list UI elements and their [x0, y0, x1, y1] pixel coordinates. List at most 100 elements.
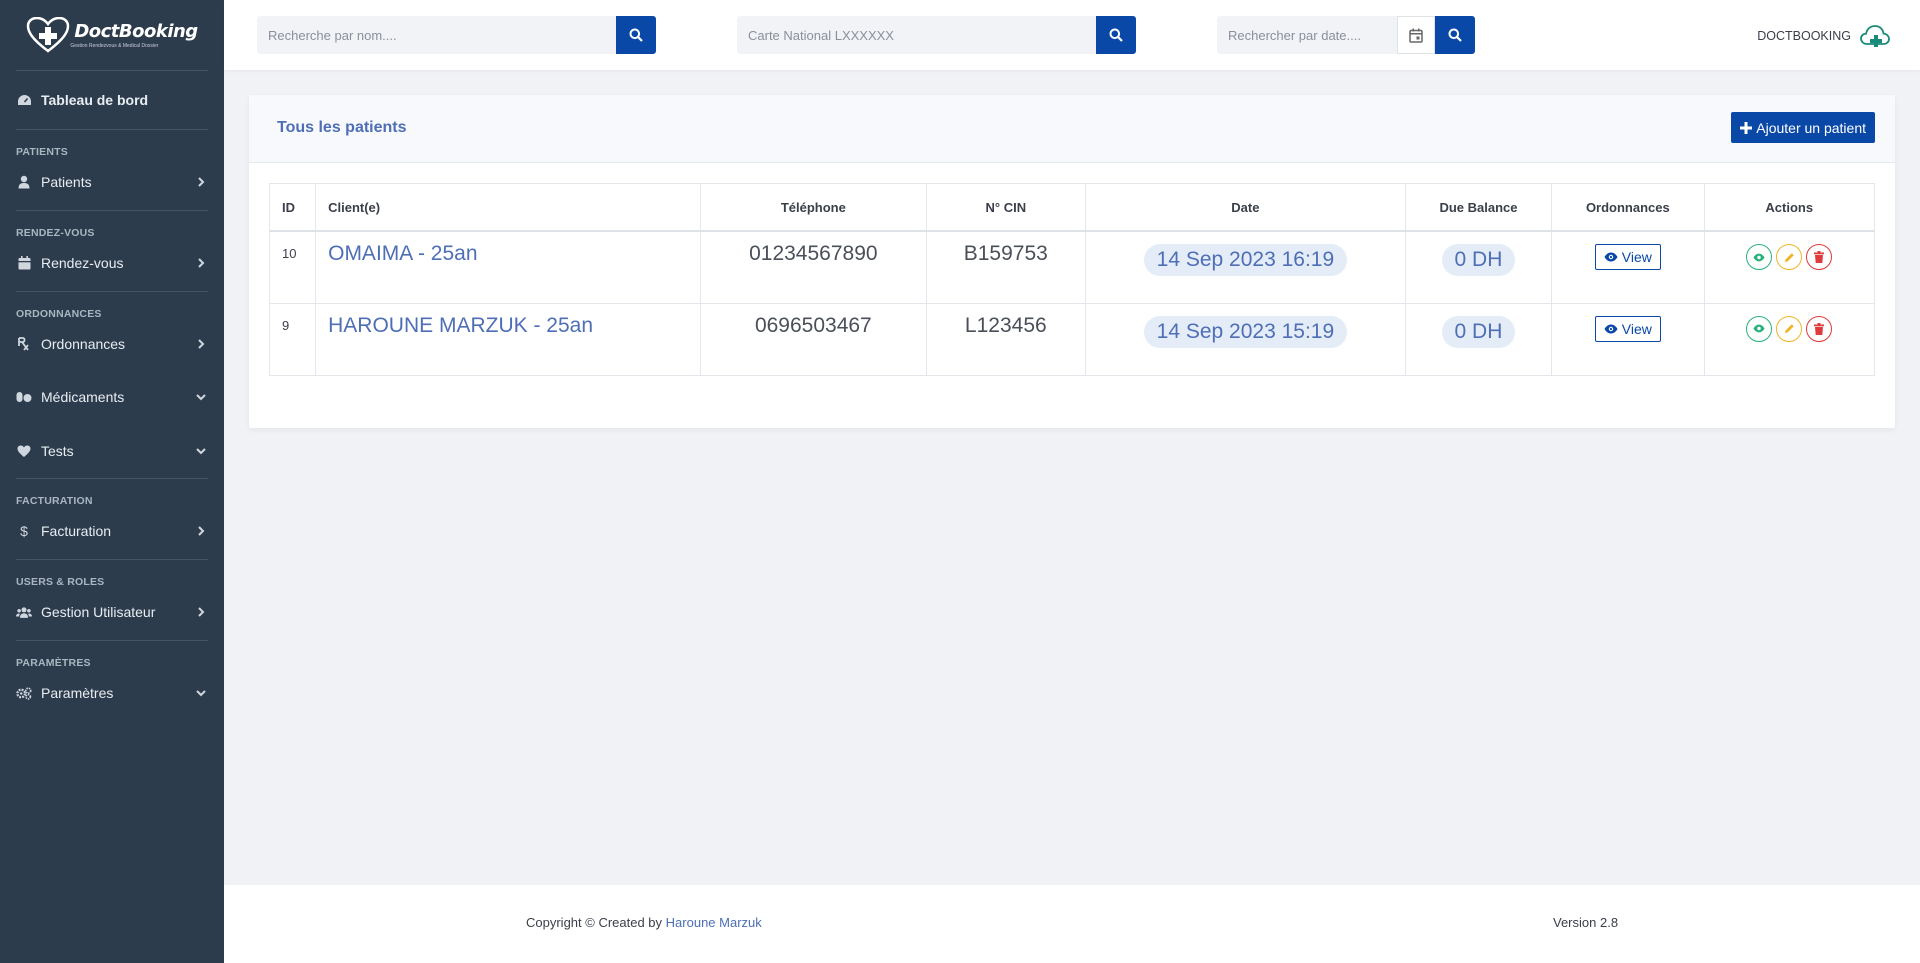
date-badge: 14 Sep 2023 15:19: [1143, 315, 1348, 348]
cell-actions: [1703, 302, 1876, 376]
search-date-input[interactable]: [1217, 16, 1397, 54]
user-icon: [16, 174, 32, 190]
cell-cin: L123456: [925, 302, 1087, 376]
eye-icon: [1753, 324, 1765, 333]
cell-ordonnances: View: [1551, 302, 1705, 376]
sidebar-item-rendezvous[interactable]: Rendez-vous: [0, 243, 224, 283]
user-name: DOCTBOOKING: [1757, 29, 1851, 43]
search-date-button[interactable]: [1435, 16, 1475, 54]
cell-date: 14 Sep 2023 15:19: [1085, 302, 1406, 376]
sidebar-item-label: Tests: [41, 443, 74, 459]
col-client[interactable]: Client(e): [315, 183, 702, 232]
chevron-right-icon: [198, 177, 205, 187]
pills-icon: [16, 389, 32, 405]
cell-balance: 0 DH: [1404, 230, 1553, 304]
col-actions: Actions: [1703, 183, 1876, 232]
view-label: View: [1621, 249, 1652, 265]
date-picker-button[interactable]: [1397, 16, 1435, 54]
section-heading-facturation: FACTURATION: [16, 495, 93, 507]
add-patient-button[interactable]: Ajouter un patient: [1731, 112, 1875, 143]
card-header: Tous les patients Ajouter un patient: [249, 95, 1895, 163]
view-label: View: [1621, 320, 1652, 337]
col-ordonnances[interactable]: Ordonnances: [1551, 183, 1705, 232]
search-cin-button[interactable]: [1096, 16, 1136, 54]
search-name-input[interactable]: [257, 16, 616, 54]
search-icon: [629, 28, 643, 42]
section-heading-parametres: PARAMÈTRES: [16, 657, 91, 669]
view-patient-button[interactable]: [1746, 315, 1773, 342]
pencil-icon: [1784, 252, 1794, 262]
sidebar-item-facturation[interactable]: $ Facturation: [0, 511, 224, 551]
calendar-icon: [1409, 28, 1423, 43]
version-text: Version 2.8: [1553, 915, 1619, 930]
trash-icon: [1814, 251, 1825, 263]
search-by-cin: [737, 16, 1136, 54]
section-heading-patients: PATIENTS: [16, 146, 68, 158]
sidebar-item-gestion-utilisateur[interactable]: Gestion Utilisateur: [0, 592, 224, 632]
sidebar-item-medicaments[interactable]: Médicaments: [0, 370, 224, 424]
users-icon: [16, 604, 32, 620]
chevron-down-icon: [196, 394, 206, 401]
eye-icon: [1753, 253, 1765, 261]
sidebar-item-label: Médicaments: [41, 389, 125, 405]
col-due-balance[interactable]: Due Balance: [1404, 183, 1553, 232]
logo-text: DoctBooking: [74, 21, 198, 42]
prescription-icon: [16, 336, 32, 352]
delete-patient-button[interactable]: [1806, 244, 1833, 270]
topbar: DOCTBOOKING: [224, 0, 1920, 70]
edit-patient-button[interactable]: [1776, 315, 1803, 342]
cloud-plus-icon: [1860, 25, 1890, 47]
cell-phone: 01234567890: [700, 230, 927, 304]
search-cin-input[interactable]: [737, 16, 1096, 54]
delete-patient-button[interactable]: [1806, 315, 1833, 342]
section-heading-ordonnances: ORDONNANCES: [16, 308, 102, 320]
sidebar-item-dashboard[interactable]: Tableau de bord: [0, 71, 224, 129]
sidebar-item-ordonnances[interactable]: Ordonnances: [0, 324, 224, 364]
search-name-button[interactable]: [616, 16, 656, 54]
author-link[interactable]: Haroune Marzuk: [666, 915, 762, 930]
col-date[interactable]: Date: [1085, 183, 1406, 232]
edit-patient-button[interactable]: [1776, 244, 1803, 270]
user-menu[interactable]: DOCTBOOKING: [1757, 24, 1890, 48]
view-patient-button[interactable]: [1746, 244, 1773, 270]
section-heading-users-roles: USERS & ROLES: [16, 576, 105, 588]
date-badge: 14 Sep 2023 16:19: [1143, 244, 1348, 276]
cell-date: 14 Sep 2023 16:19: [1085, 230, 1406, 304]
chevron-right-icon: [198, 258, 205, 268]
cell-client-link[interactable]: OMAIMA - 25an: [315, 230, 702, 304]
sidebar-item-label: Facturation: [41, 523, 112, 539]
logo[interactable]: DoctBooking Gestion Rendezvous & Medical…: [0, 0, 224, 70]
sidebar-item-parametres[interactable]: Paramètres: [0, 673, 224, 713]
search-icon: [1448, 28, 1462, 42]
cell-id: 10: [268, 230, 317, 304]
table-row: 10 OMAIMA - 25an 01234567890 B159753 14 …: [268, 230, 1876, 304]
col-id[interactable]: ID: [268, 183, 317, 232]
chevron-down-icon: [196, 448, 206, 455]
dollar-icon: $: [20, 523, 28, 539]
eye-icon: [1604, 252, 1618, 262]
chevron-right-icon: [198, 526, 205, 536]
row-actions: [1746, 244, 1833, 270]
heart-icon: [16, 443, 32, 459]
sidebar-item-label: Patients: [41, 174, 92, 190]
search-icon: [1109, 28, 1123, 42]
sidebar-item-patients[interactable]: Patients: [0, 162, 224, 202]
plus-icon: [1740, 121, 1753, 134]
col-cin[interactable]: N° CIN: [925, 183, 1087, 232]
chevron-right-icon: [198, 607, 205, 617]
sidebar-item-label: Rendez-vous: [41, 255, 124, 271]
sidebar-item-tests[interactable]: Tests: [0, 424, 224, 478]
sidebar-item-label: Ordonnances: [41, 336, 126, 352]
row-actions: [1746, 315, 1833, 342]
sidebar-item-label: Paramètres: [41, 685, 114, 701]
view-ordonnances-button[interactable]: View: [1594, 244, 1661, 270]
col-telephone[interactable]: Téléphone: [700, 183, 927, 232]
search-by-date: [1217, 16, 1475, 54]
pencil-icon: [1784, 324, 1794, 334]
cell-client-link[interactable]: HAROUNE MARZUK - 25an: [315, 302, 702, 376]
sidebar-item-label: Tableau de bord: [41, 92, 149, 108]
add-patient-label: Ajouter un patient: [1756, 119, 1866, 136]
cell-cin: B159753: [925, 230, 1087, 304]
view-ordonnances-button[interactable]: View: [1594, 315, 1661, 342]
balance-badge: 0 DH: [1441, 244, 1516, 276]
